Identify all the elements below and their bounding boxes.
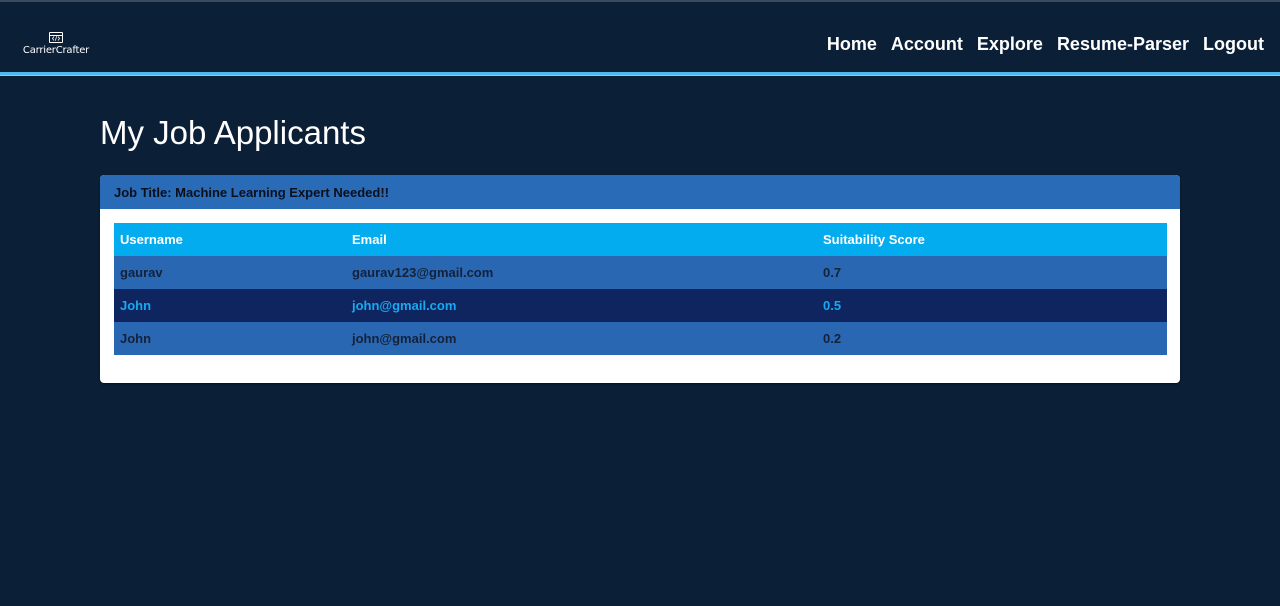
cell-username: John: [120, 331, 152, 346]
table-header-row: Username Email Suitability Score: [114, 223, 1167, 256]
brand-logo[interactable]: CarrierCrafter: [22, 32, 90, 62]
nav-links: Home Account Explore Resume-Parser Logou…: [827, 34, 1264, 55]
column-header-username: Username: [120, 232, 183, 247]
cell-email: john@gmail.com: [352, 331, 457, 346]
column-header-suitability-score: Suitability Score: [823, 232, 925, 247]
nav-link-account[interactable]: Account: [891, 34, 963, 55]
nav-link-resume-parser[interactable]: Resume-Parser: [1057, 34, 1189, 55]
brand-name: CarrierCrafter: [22, 45, 90, 56]
job-card: Job Title: Machine Learning Expert Neede…: [100, 175, 1180, 383]
table-row[interactable]: John john@gmail.com 0.2: [114, 322, 1167, 355]
nav-link-explore[interactable]: Explore: [977, 34, 1043, 55]
applicants-table: Username Email Suitability Score gaurav …: [114, 223, 1167, 355]
job-title-header: Job Title: Machine Learning Expert Neede…: [100, 175, 1180, 209]
cell-email: gaurav123@gmail.com: [352, 265, 494, 280]
cell-score: 0.5: [823, 298, 842, 313]
column-header-email: Email: [352, 232, 387, 247]
cell-score: 0.2: [823, 331, 842, 346]
table-row[interactable]: John john@gmail.com 0.5: [114, 289, 1167, 322]
navbar: CarrierCrafter Home Account Explore Resu…: [0, 2, 1280, 72]
code-window-icon: [49, 32, 63, 43]
table-row[interactable]: gaurav gaurav123@gmail.com 0.7: [114, 256, 1167, 289]
cell-email: john@gmail.com: [352, 298, 457, 313]
cell-username: John: [120, 298, 152, 313]
nav-link-home[interactable]: Home: [827, 34, 877, 55]
cell-username: gaurav: [120, 265, 163, 280]
cell-score: 0.7: [823, 265, 842, 280]
page-title: My Job Applicants: [100, 114, 366, 151]
nav-underline: [0, 72, 1280, 76]
nav-link-logout[interactable]: Logout: [1203, 34, 1264, 55]
